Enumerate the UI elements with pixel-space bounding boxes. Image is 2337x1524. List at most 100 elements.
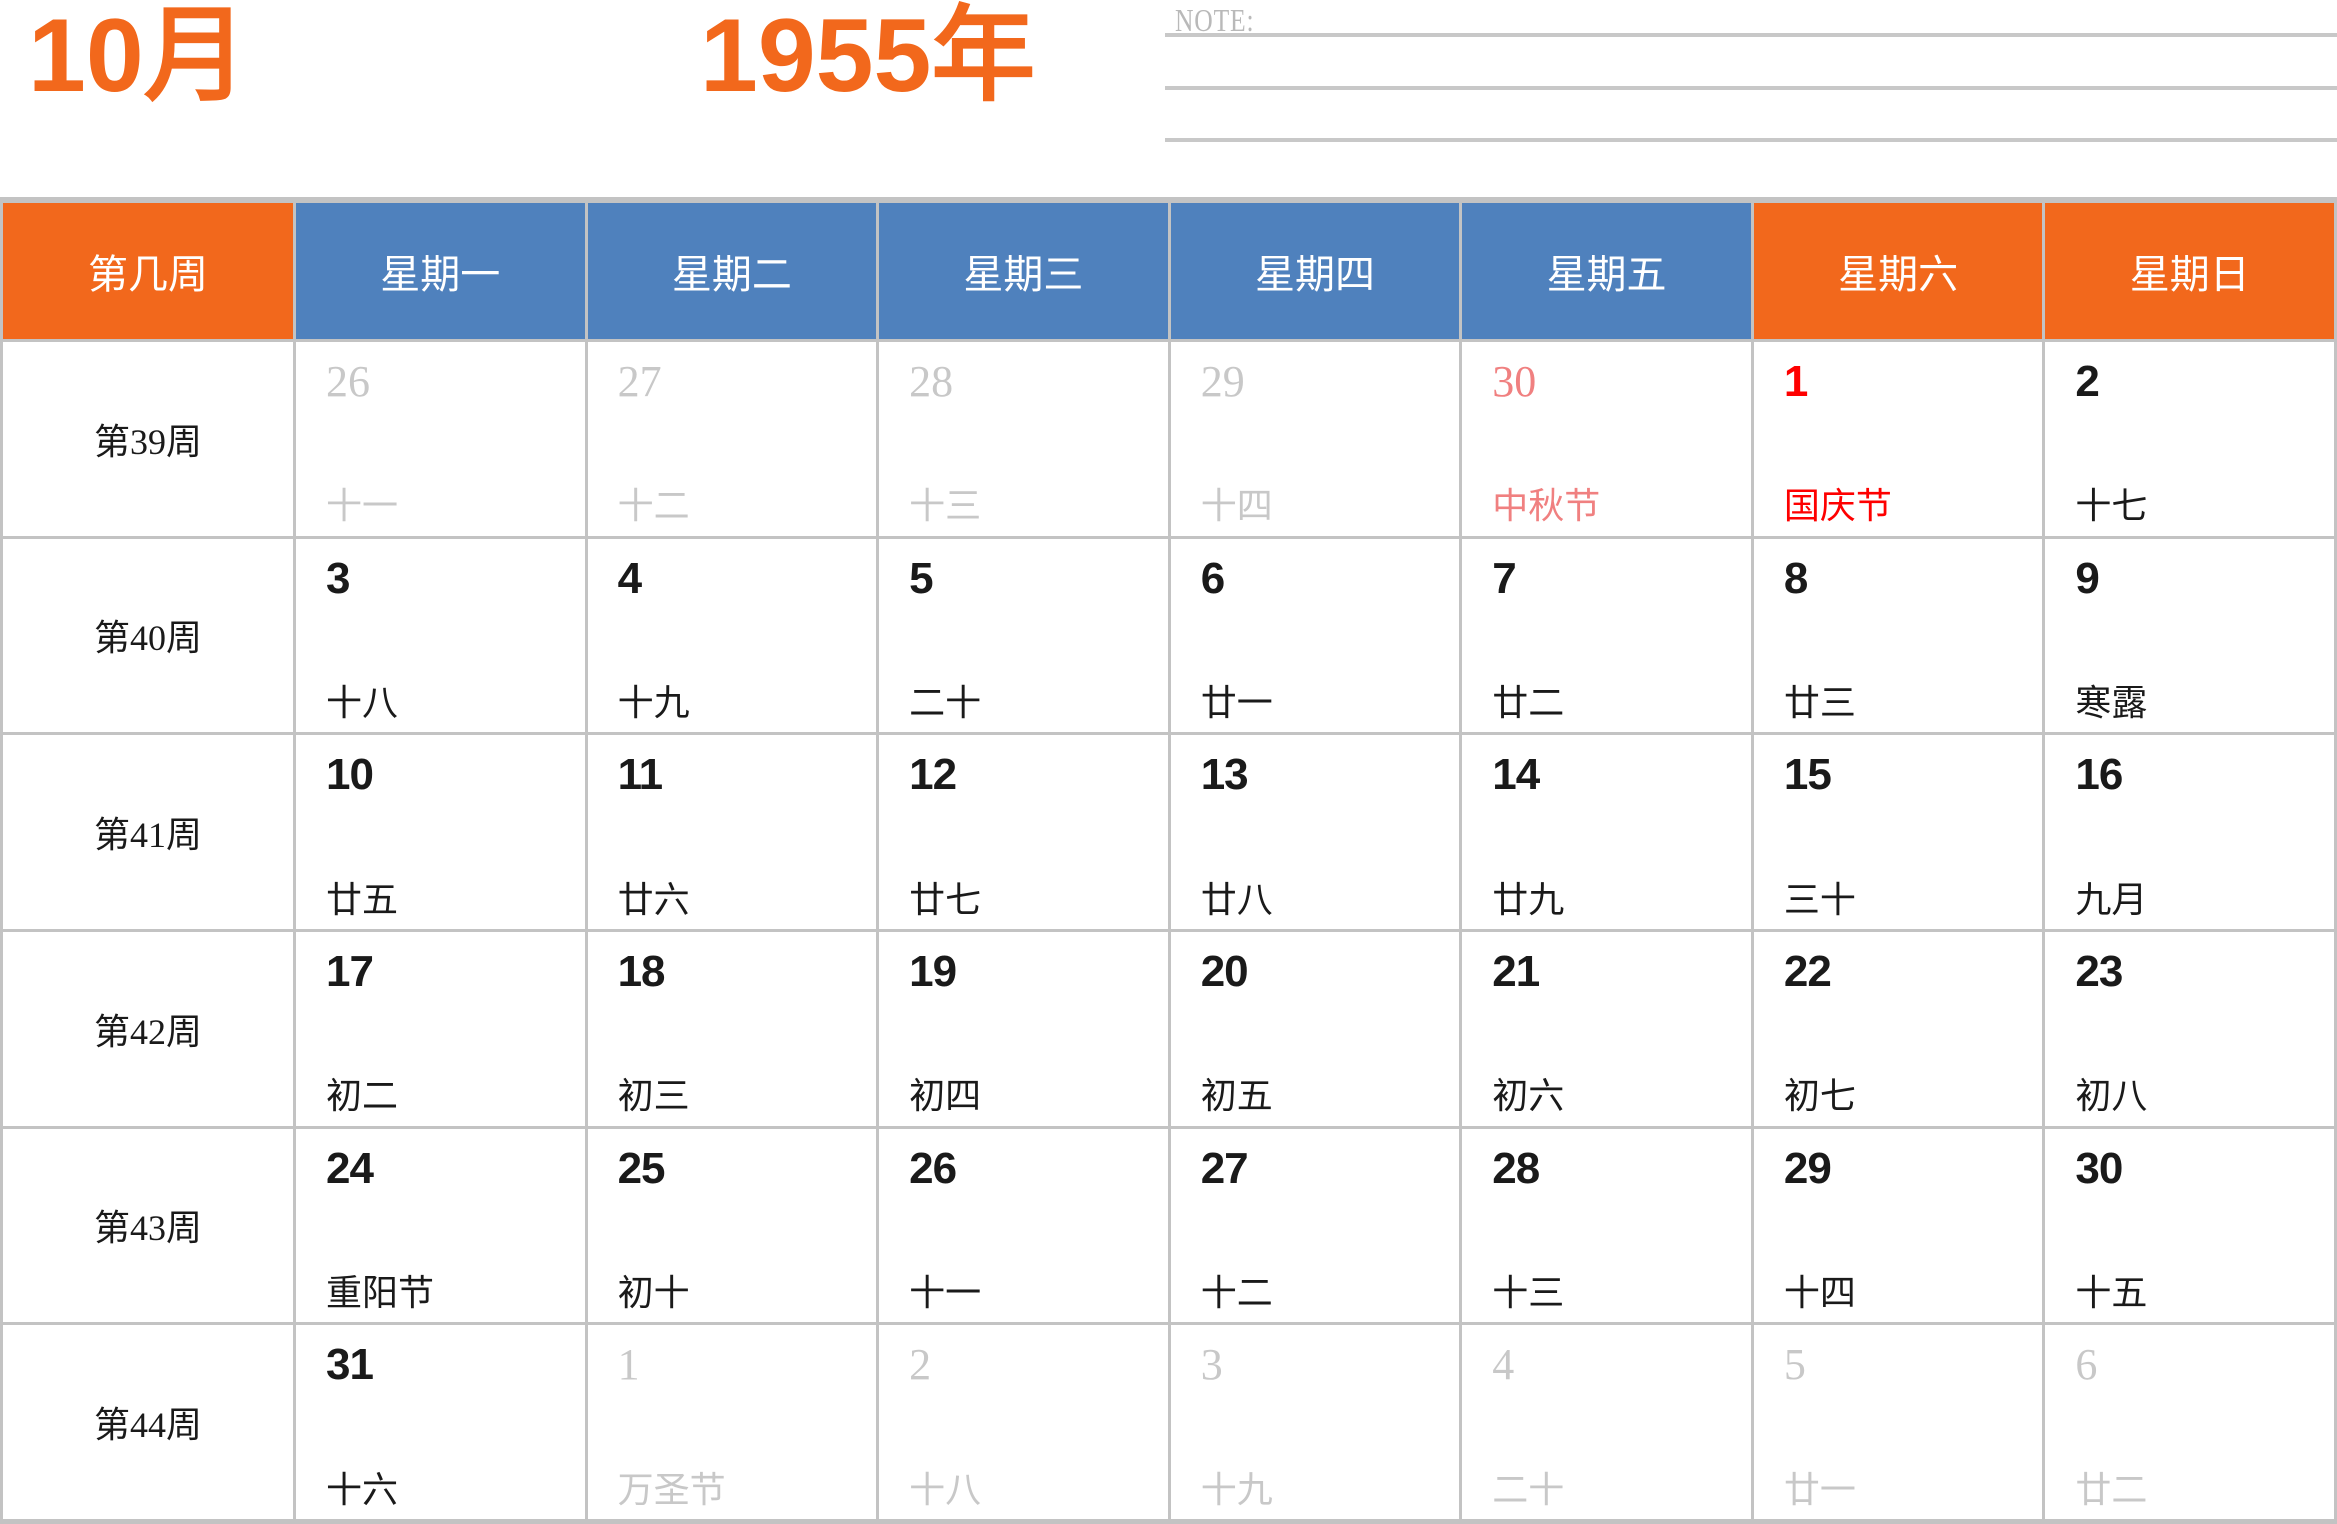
- lunar-label: 十三: [909, 486, 982, 527]
- day-number: 19: [909, 947, 957, 996]
- day-number: 12: [909, 750, 957, 800]
- lunar-label: 十一: [326, 486, 399, 527]
- header-thursday: 星期四: [1170, 203, 1460, 339]
- day-number: 3: [1200, 1340, 1223, 1390]
- day-number: 27: [1200, 1143, 1249, 1193]
- lunar-label: 十二: [617, 486, 690, 527]
- lunar-label: 十九: [617, 682, 690, 723]
- day-number: 10: [326, 750, 374, 800]
- day-cell: 30 十五: [2045, 1128, 2334, 1323]
- day-cell: 29 十四: [1170, 342, 1460, 536]
- day-number: 26: [909, 1143, 957, 1193]
- lunar-label: 廿一: [1783, 1469, 1856, 1510]
- day-number: 29: [1200, 357, 1245, 406]
- day-number: 18: [617, 947, 666, 996]
- day-cell: 27 十二: [1170, 1128, 1460, 1323]
- note-ruled-line: [1165, 86, 2337, 90]
- day-number: 29: [1783, 1143, 1832, 1193]
- lunar-label: 十三: [1492, 1272, 1565, 1313]
- day-cell: 4 二十: [1462, 1325, 1751, 1519]
- header-week-number: 第几周: [3, 203, 293, 339]
- day-cell: 23 初八: [2045, 932, 2334, 1126]
- lunar-label: 初六: [1492, 1076, 1565, 1117]
- week-label: 第39周: [3, 342, 293, 536]
- day-number: 7: [1492, 553, 1517, 603]
- day-number: 25: [617, 1143, 666, 1193]
- day-cell: 6 廿一: [1170, 538, 1460, 733]
- lunar-label: 初五: [1200, 1076, 1273, 1117]
- lunar-label: 廿二: [1492, 682, 1565, 723]
- day-cell: 5 廿一: [1753, 1325, 2043, 1519]
- day-number: 9: [2075, 553, 2100, 603]
- day-number: 2: [2075, 357, 2100, 406]
- day-number: 14: [1492, 750, 1540, 800]
- day-cell: 26 十一: [296, 342, 585, 536]
- day-cell: 21 初六: [1462, 932, 1751, 1126]
- day-number: 17: [326, 947, 374, 996]
- day-number: 31: [326, 1340, 374, 1390]
- day-cell: 6 廿二: [2045, 1325, 2334, 1519]
- lunar-label: 廿八: [1200, 879, 1273, 920]
- header-wednesday: 星期三: [879, 203, 1168, 339]
- day-number: 20: [1200, 947, 1249, 996]
- day-cell: 28 十三: [1462, 1128, 1751, 1323]
- header-tuesday: 星期二: [587, 203, 877, 339]
- day-cell: 17 初二: [296, 932, 585, 1126]
- day-number: 4: [1492, 1340, 1515, 1390]
- day-number: 2: [909, 1340, 932, 1390]
- header-friday: 星期五: [1462, 203, 1751, 339]
- lunar-label: 十六: [326, 1469, 399, 1510]
- header-sunday: 星期日: [2045, 203, 2334, 339]
- day-number: 11: [617, 750, 664, 800]
- lunar-label: 廿六: [617, 879, 690, 920]
- day-cell: 24 重阳节: [296, 1128, 585, 1323]
- day-number: 28: [909, 357, 954, 406]
- day-number: 13: [1200, 750, 1249, 800]
- lunar-label: 九月: [2075, 879, 2148, 920]
- lunar-label: 万圣节: [617, 1469, 726, 1510]
- lunar-label: 十四: [1200, 486, 1273, 527]
- day-number: 5: [1783, 1340, 1806, 1390]
- day-cell: 10 廿五: [296, 735, 585, 929]
- lunar-label: 二十: [909, 682, 982, 723]
- lunar-label: 初七: [1783, 1076, 1856, 1117]
- day-number: 16: [2075, 750, 2123, 800]
- day-cell: 12 廿七: [879, 735, 1168, 929]
- day-cell: 18 初三: [587, 932, 877, 1126]
- day-number: 23: [2075, 947, 2123, 996]
- week-label: 第42周: [3, 932, 293, 1126]
- lunar-label: 寒露: [2075, 682, 2148, 723]
- day-cell: 19 初四: [879, 932, 1168, 1126]
- lunar-label: 十四: [1783, 1272, 1856, 1313]
- day-cell: 16 九月: [2045, 735, 2334, 929]
- header-monday: 星期一: [296, 203, 585, 339]
- lunar-label: 重阳节: [326, 1272, 435, 1313]
- note-ruled-line: [1165, 138, 2337, 142]
- day-number: 5: [909, 553, 934, 603]
- day-cell: 7 廿二: [1462, 538, 1751, 733]
- day-cell: 31 十六: [296, 1325, 585, 1519]
- lunar-label: 三十: [1783, 879, 1856, 920]
- day-number: 30: [2075, 1143, 2123, 1193]
- day-cell: 20 初五: [1170, 932, 1460, 1126]
- day-cell: 1 国庆节: [1753, 342, 2043, 536]
- day-cell: 15 三十: [1753, 735, 2043, 929]
- day-cell: 25 初十: [587, 1128, 877, 1323]
- day-cell: 14 廿九: [1462, 735, 1751, 929]
- day-cell: 8 廿三: [1753, 538, 2043, 733]
- day-cell: 2 十八: [879, 1325, 1168, 1519]
- day-cell: 13 廿八: [1170, 735, 1460, 929]
- day-cell: 30 中秋节: [1462, 342, 1751, 536]
- note-ruled-line: [1165, 33, 2337, 37]
- lunar-label: 十五: [2075, 1272, 2148, 1313]
- day-number: 6: [2075, 1340, 2098, 1390]
- lunar-label: 十七: [2075, 486, 2148, 527]
- day-number: 30: [1492, 357, 1537, 406]
- day-cell: 1 万圣节: [587, 1325, 877, 1519]
- header-saturday: 星期六: [1753, 203, 2043, 339]
- day-number: 28: [1492, 1143, 1540, 1193]
- lunar-label: 廿九: [1492, 879, 1565, 920]
- day-number: 6: [1200, 553, 1226, 603]
- lunar-label: 廿五: [326, 879, 399, 920]
- week-label: 第41周: [3, 735, 293, 929]
